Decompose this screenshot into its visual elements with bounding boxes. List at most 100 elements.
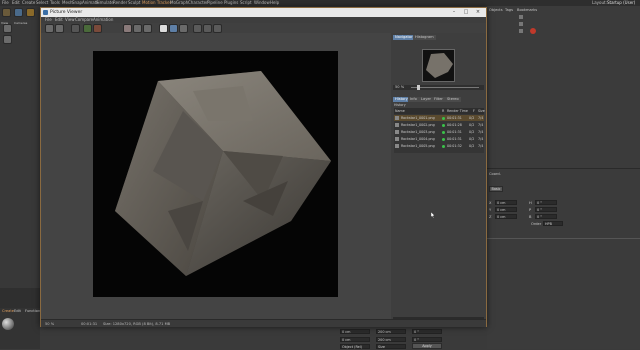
cameras-tab[interactable]: Cameras — [14, 21, 27, 25]
view-tab[interactable]: View — [1, 21, 8, 25]
save-icon[interactable] — [55, 24, 64, 33]
col-size: Size — [478, 109, 485, 113]
history-time: 00:01:32 — [447, 144, 462, 148]
objects-tab[interactable]: Objects — [489, 8, 503, 12]
navigator-thumbnail[interactable] — [422, 49, 455, 82]
history-name: Rockstar1_0003.png — [401, 130, 435, 134]
bookmarks-tab[interactable]: Bookmarks — [517, 8, 537, 12]
info-tab[interactable]: Info — [408, 97, 419, 102]
nav-zoom-value[interactable]: 50 % — [395, 85, 404, 90]
size-field[interactable]: 200 cm — [376, 337, 406, 342]
material-create-tab[interactable]: Create — [2, 309, 14, 313]
rot-b-field[interactable]: 0 ° — [535, 214, 557, 219]
play-icon[interactable] — [203, 24, 212, 33]
thumb-icon — [395, 130, 399, 134]
col-f: F — [473, 109, 475, 113]
pos-z-field[interactable]: 0 cm — [495, 214, 517, 219]
history-size: 7/4 — [478, 116, 484, 120]
coord-label-x: X — [489, 201, 492, 205]
mode-dropdown[interactable]: Object (Rel) — [340, 344, 370, 349]
basic-tab[interactable]: Basic — [489, 186, 503, 192]
tags-tab[interactable]: Tags — [505, 8, 513, 12]
move-tool-icon[interactable] — [14, 8, 23, 17]
history-name: Rockstar1_0002.png — [401, 123, 435, 127]
thumbnail-cube — [426, 53, 453, 78]
rotation-field[interactable]: 0 ° — [412, 337, 442, 342]
minimize-icon[interactable]: – — [448, 9, 460, 16]
status-dot — [442, 116, 445, 120]
material-function-tab[interactable]: Function — [25, 309, 40, 313]
play-forward-icon[interactable] — [213, 24, 222, 33]
status-time: 00:01:31 — [81, 322, 98, 326]
stop-render-icon[interactable] — [71, 24, 80, 33]
rot-p-field[interactable]: 0 ° — [535, 207, 557, 212]
history-row[interactable]: Rockstar1_0001.png 00:01:31 0/2 7/4 — [394, 115, 484, 121]
layer-tab[interactable]: Layer — [419, 97, 434, 102]
history-row[interactable]: Rockstar1_0005.png 00:01:32 0/2 7/4 — [394, 143, 484, 149]
close-icon[interactable]: × — [472, 9, 484, 16]
open-icon[interactable] — [45, 24, 54, 33]
zoom-slider-handle[interactable] — [417, 85, 420, 90]
histogram-tab[interactable]: Histogram — [413, 35, 436, 40]
texture-mode-icon[interactable] — [3, 35, 12, 44]
play-back-icon[interactable] — [193, 24, 202, 33]
visibility-icon[interactable] — [519, 29, 523, 33]
stereo-icon[interactable] — [179, 24, 188, 33]
filter-tab[interactable]: Filter — [432, 97, 445, 102]
thumb-icon — [395, 123, 399, 127]
history-name: Rockstar1_0005.png — [401, 144, 435, 148]
undo-icon[interactable] — [2, 8, 11, 17]
history-table: Name R Render Time F Size Rockstar1_0001… — [394, 108, 485, 153]
swap-icon[interactable] — [133, 24, 142, 33]
mouse-cursor-icon — [430, 211, 436, 219]
visibility-icon[interactable] — [519, 22, 523, 26]
render-region-icon[interactable] — [93, 24, 102, 33]
zoom-slider[interactable] — [411, 87, 479, 88]
status-zoom[interactable]: 50 % — [45, 320, 54, 328]
status-dot — [442, 137, 445, 141]
size-field[interactable]: 200 cm — [376, 329, 406, 334]
sidebar-toggle-icon[interactable] — [169, 24, 178, 33]
navigator-tab[interactable]: Navigator — [393, 35, 415, 40]
coord-label-y: Y — [489, 208, 492, 212]
pos-x-field[interactable]: 0 cm — [495, 200, 517, 205]
image-canvas[interactable] — [43, 33, 391, 319]
maximize-icon[interactable]: □ — [460, 9, 472, 16]
model-mode-icon[interactable] — [3, 24, 12, 33]
history-f: 0/2 — [469, 116, 475, 120]
ab-compare-icon[interactable] — [123, 24, 132, 33]
rot-h-field[interactable]: 0 ° — [535, 200, 557, 205]
tag-icon[interactable] — [530, 28, 536, 34]
picture-viewer-app-icon — [43, 10, 48, 15]
thumb-icon — [395, 144, 399, 148]
timeline-area[interactable] — [0, 288, 40, 308]
channel-icon[interactable] — [143, 24, 152, 33]
apply-button[interactable]: Apply — [412, 343, 442, 349]
size-mode-dropdown[interactable]: Size — [376, 344, 406, 349]
fractal-cube-image — [115, 71, 331, 276]
picture-viewer-titlebar[interactable]: Picture Viewer – □ × — [41, 8, 486, 17]
render-icon[interactable] — [83, 24, 92, 33]
history-row[interactable]: Rockstar1_0003.png 00:01:31 0/2 7/4 — [394, 129, 484, 135]
scale-tool-icon[interactable] — [26, 8, 35, 17]
right-panel: Objects Tags Bookmarks Coord. Basic X 0 … — [487, 6, 640, 349]
history-time: 00:01:31 — [447, 130, 462, 134]
fit-view-icon[interactable] — [159, 24, 168, 33]
history-row[interactable]: Rockstar1_0004.png 00:01:31 0/2 7/4 — [394, 136, 484, 142]
history-time: 00:01:28 — [447, 123, 462, 127]
order-dropdown[interactable]: HPB — [543, 221, 563, 226]
material-edit-tab[interactable]: Edit — [14, 309, 21, 313]
window-title: Picture Viewer — [50, 10, 83, 15]
position-field[interactable]: 0 cm — [340, 329, 370, 334]
pos-y-field[interactable]: 0 cm — [495, 207, 517, 212]
col-r: R — [442, 109, 445, 113]
stereo-tab[interactable]: Stereo — [445, 97, 461, 102]
visibility-icon[interactable] — [519, 15, 523, 19]
history-row[interactable]: Rockstar1_0002.png 00:01:28 0/2 7/4 — [394, 122, 484, 128]
history-f: 0/2 — [469, 123, 475, 127]
status-dot — [442, 144, 445, 148]
status-dot — [442, 130, 445, 134]
rotation-field[interactable]: 0 ° — [412, 329, 442, 334]
position-field[interactable]: 0 cm — [340, 337, 370, 342]
material-ball[interactable] — [2, 318, 14, 330]
